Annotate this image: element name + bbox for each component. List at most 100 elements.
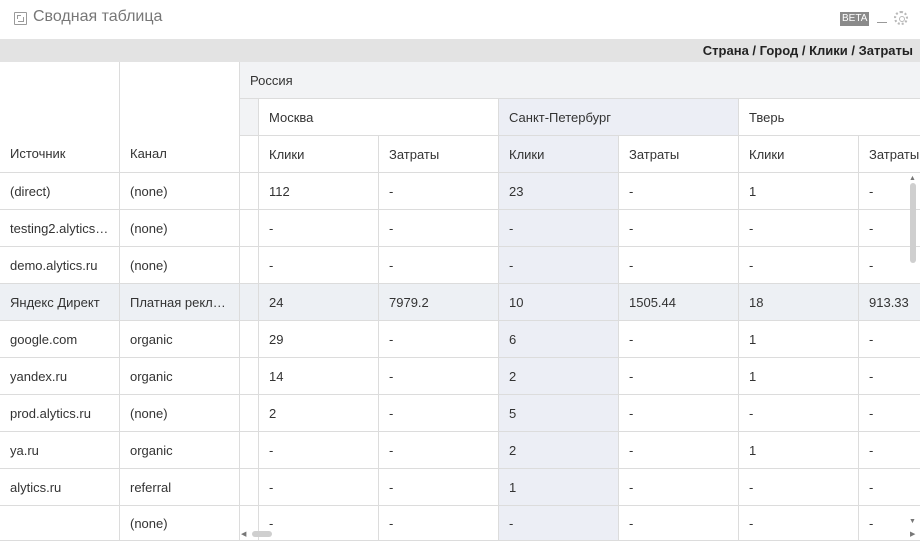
row-spacer — [240, 432, 259, 469]
value-cell[interactable]: 2 — [259, 395, 379, 432]
row-spacer — [240, 247, 259, 284]
channel-cell[interactable]: Платная рекл… — [120, 284, 240, 321]
channel-cell[interactable]: organic — [120, 321, 240, 358]
value-cell[interactable]: 6 — [499, 321, 619, 358]
widget-title: Сводная таблица — [33, 8, 163, 25]
vertical-scroll-thumb[interactable] — [910, 183, 916, 263]
value-cell[interactable]: 1 — [739, 173, 859, 210]
value-cell[interactable]: 29 — [259, 321, 379, 358]
scroll-right-icon[interactable]: ▶ — [910, 531, 915, 538]
value-cell[interactable]: 23 — [499, 173, 619, 210]
source-cell[interactable]: alytics.ru — [0, 469, 120, 506]
channel-cell[interactable]: organic — [120, 432, 240, 469]
source-cell[interactable]: Яндекс Директ — [0, 284, 120, 321]
row-header-channel[interactable]: Канал — [120, 62, 240, 173]
channel-cell[interactable]: (none) — [120, 506, 240, 541]
value-cell[interactable]: - — [619, 210, 739, 247]
vertical-scrollbar[interactable]: ▲ ▼ — [909, 175, 917, 525]
row-spacer — [240, 173, 259, 210]
horizontal-scrollbar[interactable]: ◀ ▶ — [240, 530, 920, 538]
city-header[interactable]: Санкт-Петербург — [499, 99, 739, 136]
value-cell[interactable]: - — [739, 247, 859, 284]
value-cell[interactable]: - — [379, 469, 499, 506]
value-cell[interactable]: 1 — [739, 432, 859, 469]
value-cell[interactable]: - — [259, 432, 379, 469]
value-cell[interactable]: 10 — [499, 284, 619, 321]
source-cell[interactable]: testing2.alytics… — [0, 210, 120, 247]
value-cell[interactable]: - — [379, 210, 499, 247]
metric-header-clicks[interactable]: Клики — [739, 136, 859, 173]
value-cell[interactable]: - — [259, 210, 379, 247]
value-cell[interactable]: - — [739, 210, 859, 247]
value-cell[interactable]: - — [619, 358, 739, 395]
value-cell[interactable]: 24 — [259, 284, 379, 321]
gear-icon[interactable] — [894, 11, 908, 25]
value-cell[interactable]: 14 — [259, 358, 379, 395]
source-cell[interactable]: ya.ru — [0, 432, 120, 469]
value-cell[interactable]: - — [619, 469, 739, 506]
row-header-channel-label: Канал — [130, 146, 167, 161]
value-cell[interactable]: 1 — [499, 469, 619, 506]
row-spacer — [240, 321, 259, 358]
value-cell[interactable]: - — [499, 210, 619, 247]
metric-header-costs[interactable]: Затраты — [619, 136, 739, 173]
value-cell[interactable]: - — [619, 395, 739, 432]
value-cell[interactable]: - — [259, 469, 379, 506]
channel-cell[interactable]: (none) — [120, 247, 240, 284]
city-header[interactable]: Тверь — [739, 99, 920, 136]
source-cell[interactable]: google.com — [0, 321, 120, 358]
value-cell[interactable]: - — [739, 469, 859, 506]
row-spacer — [240, 358, 259, 395]
source-cell[interactable]: prod.alytics.ru — [0, 395, 120, 432]
city-spacer — [240, 99, 259, 136]
value-cell[interactable]: - — [379, 358, 499, 395]
row-spacer — [240, 210, 259, 247]
row-spacer — [240, 469, 259, 506]
row-header-source[interactable]: Источник — [0, 62, 120, 173]
value-cell[interactable]: - — [379, 321, 499, 358]
value-cell[interactable]: - — [619, 321, 739, 358]
source-cell[interactable]: (direct) — [0, 173, 120, 210]
value-cell[interactable]: - — [499, 247, 619, 284]
value-cell[interactable]: 112 — [259, 173, 379, 210]
dimensions-label: Страна / Город / Клики / Затраты — [702, 43, 913, 58]
value-cell[interactable]: - — [379, 432, 499, 469]
value-cell[interactable]: - — [379, 247, 499, 284]
scroll-down-icon[interactable]: ▼ — [909, 518, 916, 525]
dimensions-bar[interactable]: Страна / Город / Клики / Затраты — [0, 39, 920, 62]
value-cell[interactable]: 5 — [499, 395, 619, 432]
metric-header-clicks[interactable]: Клики — [259, 136, 379, 173]
value-cell[interactable]: - — [739, 395, 859, 432]
city-header[interactable]: Москва — [259, 99, 499, 136]
horizontal-scroll-thumb[interactable] — [252, 531, 272, 537]
channel-cell[interactable]: referral — [120, 469, 240, 506]
metric-header-clicks[interactable]: Клики — [499, 136, 619, 173]
channel-cell[interactable]: (none) — [120, 173, 240, 210]
widget-header: Сводная таблица BETA — [0, 0, 920, 39]
source-cell[interactable]: demo.alytics.ru — [0, 247, 120, 284]
metric-header-costs[interactable]: Затраты — [859, 136, 920, 173]
value-cell[interactable]: 18 — [739, 284, 859, 321]
source-cell[interactable]: yandex.ru — [0, 358, 120, 395]
country-header[interactable]: Россия — [240, 62, 920, 99]
value-cell[interactable]: 7979.2 — [379, 284, 499, 321]
value-cell[interactable]: 1505.44 — [619, 284, 739, 321]
value-cell[interactable]: 1 — [739, 358, 859, 395]
value-cell[interactable]: 2 — [499, 358, 619, 395]
source-cell[interactable] — [0, 506, 120, 541]
scroll-left-icon[interactable]: ◀ — [241, 531, 246, 538]
value-cell[interactable]: - — [619, 247, 739, 284]
channel-cell[interactable]: (none) — [120, 210, 240, 247]
channel-cell[interactable]: organic — [120, 358, 240, 395]
value-cell[interactable]: - — [379, 395, 499, 432]
value-cell[interactable]: - — [619, 432, 739, 469]
metric-header-costs[interactable]: Затраты — [379, 136, 499, 173]
minimize-icon[interactable] — [877, 10, 887, 23]
value-cell[interactable]: 2 — [499, 432, 619, 469]
channel-cell[interactable]: (none) — [120, 395, 240, 432]
value-cell[interactable]: 1 — [739, 321, 859, 358]
scroll-up-icon[interactable]: ▲ — [909, 175, 916, 182]
value-cell[interactable]: - — [259, 247, 379, 284]
value-cell[interactable]: - — [619, 173, 739, 210]
value-cell[interactable]: - — [379, 173, 499, 210]
